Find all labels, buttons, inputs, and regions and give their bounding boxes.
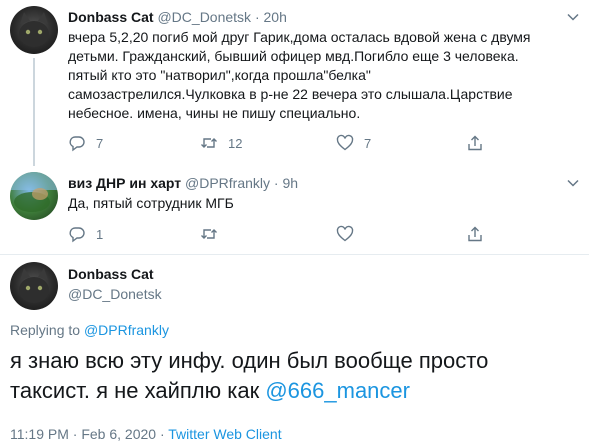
like-button[interactable]: 7 [336,133,371,153]
replying-label: Replying to [10,322,81,338]
avatar[interactable] [10,172,58,220]
author-handle[interactable]: @DC_Donetsk [68,286,162,302]
retweet-icon [201,138,217,148]
share-button[interactable] [466,224,484,244]
reply-icon [69,136,85,152]
tweet-text-line: вчера 5,2,20 погиб мой друг Гарик,дома о… [68,29,531,45]
separator-dot: · [273,175,279,191]
replying-to: Replying to @DPRfrankly [10,322,169,338]
tweet-meta: 11:19 PM · Feb 6, 2020 · Twitter Web Cli… [10,426,282,442]
tweet-text: вчера 5,2,20 погиб мой друг Гарик,дома о… [68,28,531,123]
reply-count: 7 [96,135,104,151]
tweet-header: виз ДНР ин харт @DPRfrankly · 9h [68,174,298,192]
retweet-button[interactable] [200,224,218,244]
chevron-down-icon[interactable] [566,176,580,190]
author-name[interactable]: Donbass Cat [68,9,154,25]
reply-button[interactable]: 7 [68,133,103,153]
retweet-button[interactable]: 12 [200,133,242,153]
chevron-down-icon[interactable] [566,10,580,24]
author-handle[interactable]: @DC_Donetsk [157,9,251,25]
tweet-header: Donbass Cat @DC_Donetsk · 20h [68,8,287,26]
reply-button[interactable]: 1 [68,224,103,244]
author-handle[interactable]: @DPRfrankly [185,175,270,191]
client-link[interactable]: Twitter Web Client [168,426,281,442]
reply-icon [69,227,85,243]
avatar[interactable] [10,6,58,54]
tweet-text-line: я знаю всю эту инфу. один был вообще про… [10,348,489,373]
tweet-time[interactable]: 9h [282,175,298,191]
tweet-text-line: детьми. Гражданский, бывший офицер мвд.П… [68,48,519,64]
share-icon [468,226,482,242]
tweet-timestamp[interactable]: 11:19 PM · Feb 6, 2020 · [10,426,165,442]
tweet-text-segment: таксист. я не хайплю как [10,378,260,403]
separator-dot: · [254,9,260,25]
mention-link[interactable]: @666_mancer [265,378,410,403]
tweet-time[interactable]: 20h [264,9,287,25]
retweet-count: 12 [228,135,243,151]
author-name[interactable]: Donbass Cat [68,266,154,282]
tweet-text-line: небесное. имена, чины не пишу специально… [68,105,361,121]
tweet-text-line: таксист. я не хайплю как @666_mancer [10,376,488,406]
tweet-text-line: самозастрелился.Чулковка в р-не 22 вечер… [68,86,513,102]
tweet-text: Да, пятый сотрудник МГБ [68,195,234,211]
like-count: 7 [364,135,372,151]
retweet-icon [201,229,217,239]
share-icon [468,135,482,151]
like-icon [336,225,354,242]
like-button[interactable] [336,224,354,244]
replying-mention-link[interactable]: @DPRfrankly [84,322,169,338]
thread-line [33,58,35,166]
divider [0,254,589,255]
avatar[interactable] [10,262,58,310]
share-button[interactable] [466,133,484,153]
tweet-text-line: пятый кто это "натворил",когда прошла"бе… [68,67,371,83]
reply-count: 1 [96,226,104,242]
focused-tweet-text: я знаю всю эту инфу. один был вообще про… [10,346,488,406]
like-icon [336,134,354,151]
author-name[interactable]: виз ДНР ин харт [68,175,181,191]
